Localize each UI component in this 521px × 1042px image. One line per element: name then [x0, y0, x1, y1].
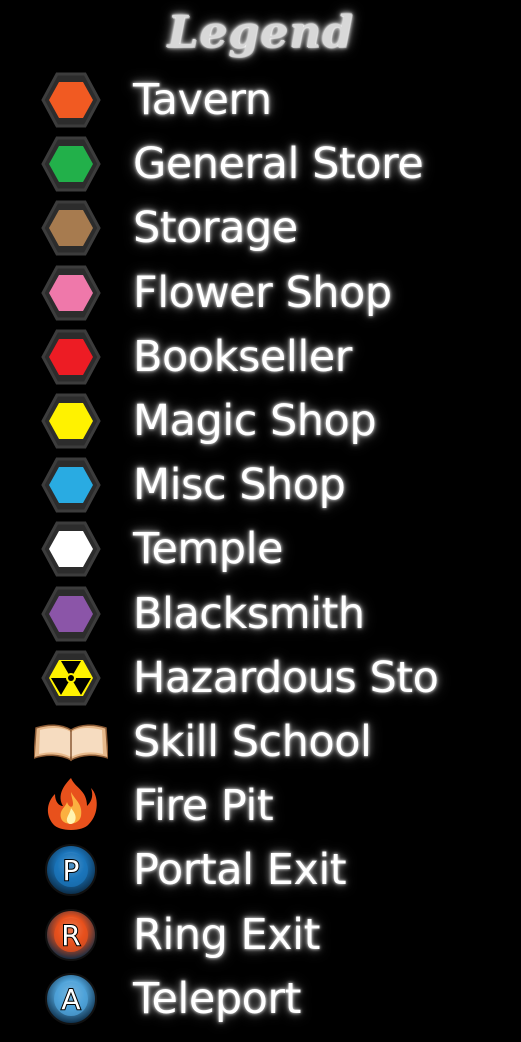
legend-label: Hazardous Sto [133, 652, 439, 703]
portal-exit-icon: P [37, 840, 105, 900]
fire-icon [37, 776, 105, 836]
legend-label: Temple [133, 524, 284, 575]
legend-item-skill-school: Skill School [0, 710, 521, 774]
legend-item-ring-exit: R Ring Exit [0, 903, 521, 967]
green-hexagon-icon [37, 134, 105, 194]
svg-text:A: A [61, 983, 80, 1016]
yellow-hexagon-icon [37, 391, 105, 451]
legend-item-hazardous-sto: Hazardous Sto [0, 646, 521, 710]
svg-text:P: P [63, 854, 80, 887]
purple-hexagon-icon [37, 584, 105, 644]
legend-item-fire-pit: Fire Pit [0, 774, 521, 838]
legend-label: Bookseller [133, 331, 352, 382]
open-book-icon [34, 712, 108, 772]
legend-item-flower-shop: Flower Shop [0, 261, 521, 325]
legend-item-bookseller: Bookseller [0, 325, 521, 389]
teleport-icon: A [37, 969, 105, 1029]
legend-label: Tavern [133, 75, 272, 125]
legend-item-general-store: General Store [0, 132, 521, 196]
white-hexagon-icon [37, 519, 105, 579]
legend-item-blacksmith: Blacksmith [0, 582, 521, 646]
legend-label: Blacksmith [133, 588, 365, 639]
pink-hexagon-icon [37, 263, 105, 323]
blue-hexagon-icon [37, 455, 105, 515]
legend-label: Flower Shop [133, 267, 392, 318]
legend-label: Teleport [133, 973, 301, 1024]
legend-label: Magic Shop [133, 396, 377, 446]
legend-item-teleport: A Teleport [0, 967, 521, 1031]
legend-item-storage: Storage [0, 196, 521, 260]
legend-item-misc-shop: Misc Shop [0, 453, 521, 517]
legend-title: Legend [167, 7, 354, 58]
ring-exit-icon: R [37, 905, 105, 965]
legend-item-portal-exit: P Portal Exit [0, 838, 521, 902]
legend-label: Storage [133, 203, 298, 254]
legend-label: Portal Exit [133, 845, 347, 896]
legend-item-temple: Temple [0, 517, 521, 581]
orange-hexagon-icon [37, 70, 105, 130]
brown-hexagon-icon [37, 198, 105, 258]
legend-label: Ring Exit [133, 909, 320, 960]
legend-label: Fire Pit [133, 781, 274, 832]
legend-item-magic-shop: Magic Shop [0, 389, 521, 453]
legend-label: Misc Shop [133, 460, 346, 511]
legend-item-tavern: Tavern [0, 68, 521, 132]
legend-label: General Store [133, 139, 424, 190]
legend-label: Skill School [133, 717, 372, 767]
svg-text:R: R [61, 919, 80, 952]
radiation-hexagon-icon [37, 648, 105, 708]
red-hexagon-icon [37, 327, 105, 387]
